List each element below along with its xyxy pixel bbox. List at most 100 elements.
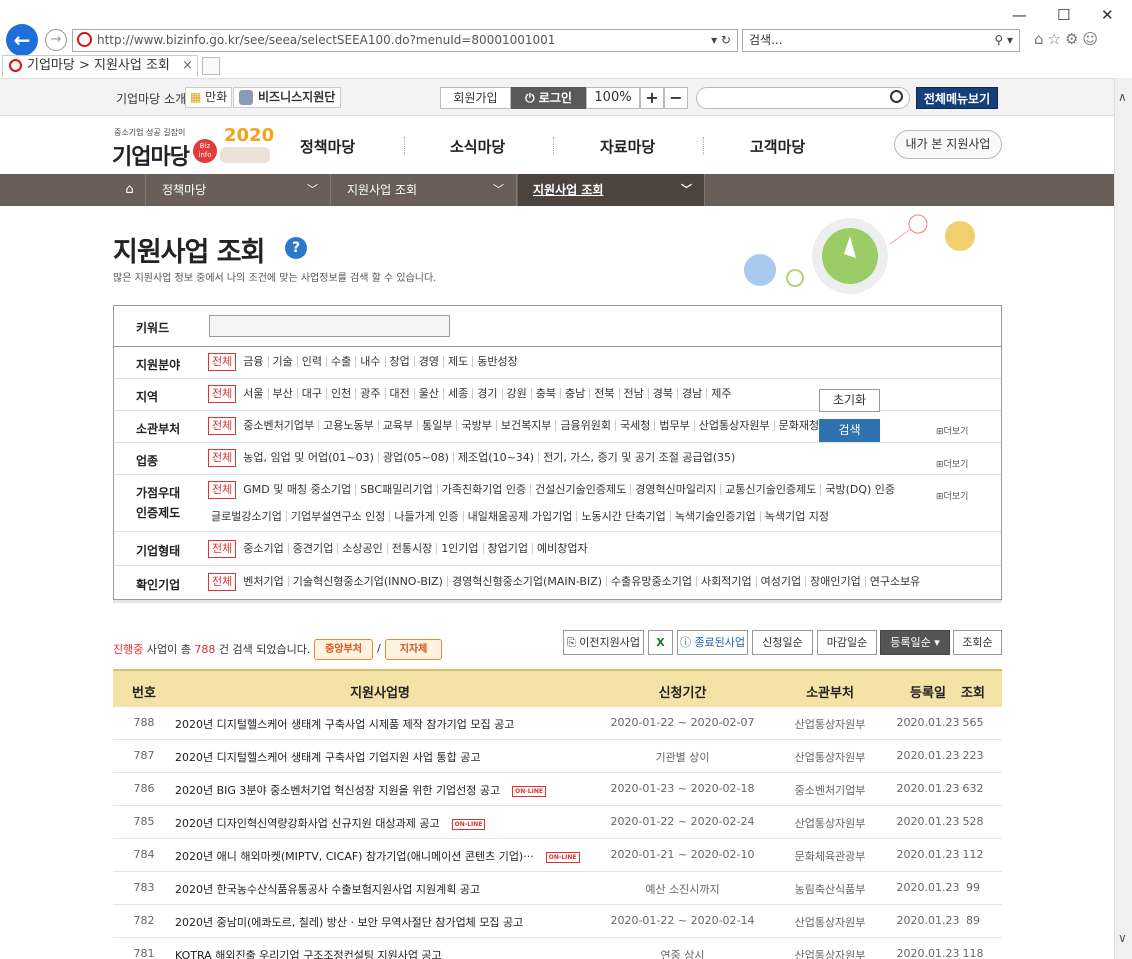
filter-option[interactable]: 수출유망중소기업 bbox=[606, 576, 696, 587]
all-menu-button[interactable]: 전체메뉴보기 bbox=[916, 87, 998, 109]
filter-option[interactable]: 경남 bbox=[677, 388, 706, 399]
row-title[interactable]: 2020년 디지털헬스케어 생태계 구축사업 시제품 제작 참가기업 모집 공고 bbox=[175, 716, 605, 732]
home-icon[interactable]: ⌂ bbox=[114, 174, 146, 206]
filter-option[interactable]: 광주 bbox=[355, 388, 384, 399]
scroll-up-icon[interactable]: ∧ bbox=[1118, 90, 1127, 104]
closed-programs-button[interactable]: ⓘ 종료된사업 bbox=[677, 630, 748, 655]
filter-option[interactable]: GMD 및 매칭 중소기업 bbox=[239, 484, 355, 495]
filter-option[interactable]: 인천 bbox=[326, 388, 355, 399]
filter-option[interactable]: 동반성장 bbox=[472, 356, 521, 367]
filter-option[interactable]: 중견기업 bbox=[287, 543, 337, 554]
filter-option[interactable]: 가족친화기업 인증 bbox=[436, 484, 530, 495]
filter-option[interactable]: 충북 bbox=[530, 388, 560, 399]
filter-option[interactable]: 전북 bbox=[589, 388, 618, 399]
filter-option[interactable]: 내일채움공제 가입기업 bbox=[462, 511, 577, 522]
address-bar[interactable]: http://www.bizinfo.go.kr/see/seea/select… bbox=[72, 29, 738, 52]
filter-option[interactable]: 보건복지부 bbox=[495, 420, 556, 431]
minimize-icon[interactable]: — bbox=[1012, 6, 1027, 24]
table-row[interactable]: 788 2020년 디지털헬스케어 생태계 구축사업 시제품 제작 참가기업 모집… bbox=[113, 707, 1002, 740]
breadcrumb-depth1[interactable]: 정책마당 ﹀ bbox=[147, 174, 331, 206]
filter-option[interactable]: 중소기업 bbox=[239, 543, 287, 554]
filter-option[interactable]: 교육부 bbox=[377, 420, 417, 431]
filter-option[interactable]: 전체 bbox=[208, 573, 237, 591]
search-icon[interactable]: ⚲ ▾ bbox=[994, 30, 1013, 51]
table-row[interactable]: 783 2020년 한국농수산식품유통공사 수출보험지원사업 지원계획 공고 예산 … bbox=[113, 872, 1002, 905]
filter-option[interactable]: 제도 bbox=[443, 356, 472, 367]
filter-option[interactable]: 전체 bbox=[208, 353, 237, 371]
intro-link[interactable]: 기업마당 소개 bbox=[116, 90, 186, 107]
my-viewed-button[interactable]: 내가 본 지원사업 bbox=[894, 130, 1002, 159]
login-button[interactable]: ⏻ 로그인 bbox=[511, 87, 586, 109]
close-window-icon[interactable]: ✕ bbox=[1101, 6, 1114, 24]
filter-option[interactable]: 경영혁신형중소기업(MAIN-BIZ) bbox=[446, 576, 606, 587]
filter-option[interactable]: 수출 bbox=[326, 356, 355, 367]
filter-option[interactable]: 전통시장 bbox=[386, 543, 436, 554]
filter-option[interactable]: 장애인기업 bbox=[805, 576, 865, 587]
filter-option[interactable]: 여성기업 bbox=[755, 576, 805, 587]
scroll-down-icon[interactable]: ∨ bbox=[1118, 931, 1127, 945]
toolbar-icons[interactable]: ⌂☆⚙☺ bbox=[1034, 30, 1102, 48]
reset-button[interactable]: 초기화 bbox=[819, 389, 880, 412]
filter-option[interactable]: 사회적기업 bbox=[696, 576, 756, 587]
filter-option[interactable]: 전체 bbox=[208, 481, 237, 499]
filter-option[interactable]: 금융위원회 bbox=[555, 420, 615, 431]
filter-option[interactable]: 농업, 임업 및 어업(01~03) bbox=[239, 452, 378, 463]
filter-option[interactable]: 국방부 bbox=[456, 420, 495, 431]
filter-option[interactable]: 창업기업 bbox=[482, 543, 532, 554]
filter-option[interactable]: 금융 bbox=[239, 356, 267, 367]
filter-option[interactable]: 국방(DQ) 인증 bbox=[820, 484, 899, 495]
filter-option[interactable]: 경영 bbox=[413, 356, 443, 367]
breadcrumb-depth3[interactable]: 지원사업 조회 ﹀ bbox=[518, 174, 705, 206]
sort-regdate-button[interactable]: 등록일순 ▾ bbox=[880, 630, 950, 655]
filter-option[interactable]: 법무부 bbox=[654, 420, 693, 431]
row-title[interactable]: KOTRA 해외진출 우리기업 구조조정컨설팅 지원사업 공고 bbox=[175, 947, 605, 959]
gnb-resources[interactable]: 자료마당 bbox=[600, 136, 655, 157]
keyword-input[interactable] bbox=[209, 315, 450, 337]
refresh-icon[interactable]: ▾ ↻ bbox=[711, 30, 731, 51]
row-title[interactable]: 2020년 애니 해외마켓(MIPTV, CICAF) 참가기업(애니메이션 콘… bbox=[175, 848, 605, 864]
filter-option[interactable]: 녹색기술인증기업 bbox=[669, 511, 760, 522]
filter-option[interactable]: 대구 bbox=[296, 388, 326, 399]
filter-option[interactable]: 1인기업 bbox=[436, 543, 482, 554]
filter-option[interactable]: 소상공인 bbox=[337, 543, 386, 554]
manhwa-button[interactable]: ▦ 만화 bbox=[185, 87, 233, 108]
site-logo[interactable]: 기업마당 bbox=[112, 139, 190, 171]
filter-option[interactable]: 고용노동부 bbox=[318, 420, 378, 431]
zoom-in-button[interactable]: + bbox=[640, 87, 664, 109]
filter-option[interactable]: 전체 bbox=[208, 449, 237, 467]
filter-option[interactable]: 광업(05~08) bbox=[377, 452, 453, 463]
excel-icon[interactable]: X bbox=[648, 630, 673, 655]
filter-option[interactable]: 예비창업자 bbox=[532, 543, 592, 554]
filter-option[interactable]: SBC패밀리기업 bbox=[355, 484, 437, 495]
more-link[interactable]: ⊞더보기 bbox=[936, 489, 968, 502]
filter-option[interactable]: 경기 bbox=[472, 388, 501, 399]
gnb-policy[interactable]: 정책마당 bbox=[300, 136, 355, 157]
row-title[interactable]: 2020년 BIG 3분야 중소벤처기업 혁신성장 지원을 위한 기업선정 공고… bbox=[175, 782, 605, 798]
sort-views-button[interactable]: 조회순 bbox=[953, 630, 1002, 655]
more-link[interactable]: ⊞더보기 bbox=[936, 424, 968, 437]
filter-option[interactable]: 문화재청 bbox=[773, 420, 823, 431]
filter-option[interactable]: 제주 bbox=[706, 388, 735, 399]
site-search-input[interactable] bbox=[696, 87, 910, 109]
browser-tab[interactable]: 기업마당 > 지원사업 조회 × bbox=[2, 55, 198, 77]
filter-option[interactable]: 충남 bbox=[560, 388, 589, 399]
row-title[interactable]: 2020년 중남미(에콰도르, 칠레) 방산 · 보안 무역사절단 참가업체 모… bbox=[175, 914, 605, 930]
local-gov-chip[interactable]: 지자체 bbox=[385, 639, 442, 660]
filter-option[interactable]: 부산 bbox=[267, 388, 297, 399]
filter-option[interactable]: 녹색기업 지정 bbox=[759, 511, 833, 522]
tab-close-icon[interactable]: × bbox=[182, 56, 193, 76]
filter-option[interactable]: 대전 bbox=[384, 388, 414, 399]
filter-option[interactable]: 인력 bbox=[296, 356, 326, 367]
filter-option[interactable]: 서울 bbox=[239, 388, 267, 399]
filter-option[interactable]: 중소벤처기업부 bbox=[239, 420, 318, 431]
table-row[interactable]: 781 KOTRA 해외진출 우리기업 구조조정컨설팅 지원사업 공고 연중 상시 산… bbox=[113, 938, 1002, 959]
join-button[interactable]: 회원가입 bbox=[440, 87, 511, 109]
gnb-customer[interactable]: 고객마당 bbox=[750, 136, 805, 157]
filter-option[interactable]: 기술혁신형중소기업(INNO-BIZ) bbox=[287, 576, 447, 587]
sort-apply-button[interactable]: 신청일순 bbox=[752, 630, 813, 655]
browser-search-input[interactable]: 검색... ⚲ ▾ bbox=[742, 29, 1020, 52]
filter-option[interactable]: 나들가게 인증 bbox=[389, 511, 462, 522]
filter-option[interactable]: 전기, 가스, 증기 및 공기 조절 공급업(35) bbox=[538, 452, 739, 463]
forward-button[interactable]: → bbox=[45, 29, 67, 51]
gnb-news[interactable]: 소식마당 bbox=[450, 136, 505, 157]
